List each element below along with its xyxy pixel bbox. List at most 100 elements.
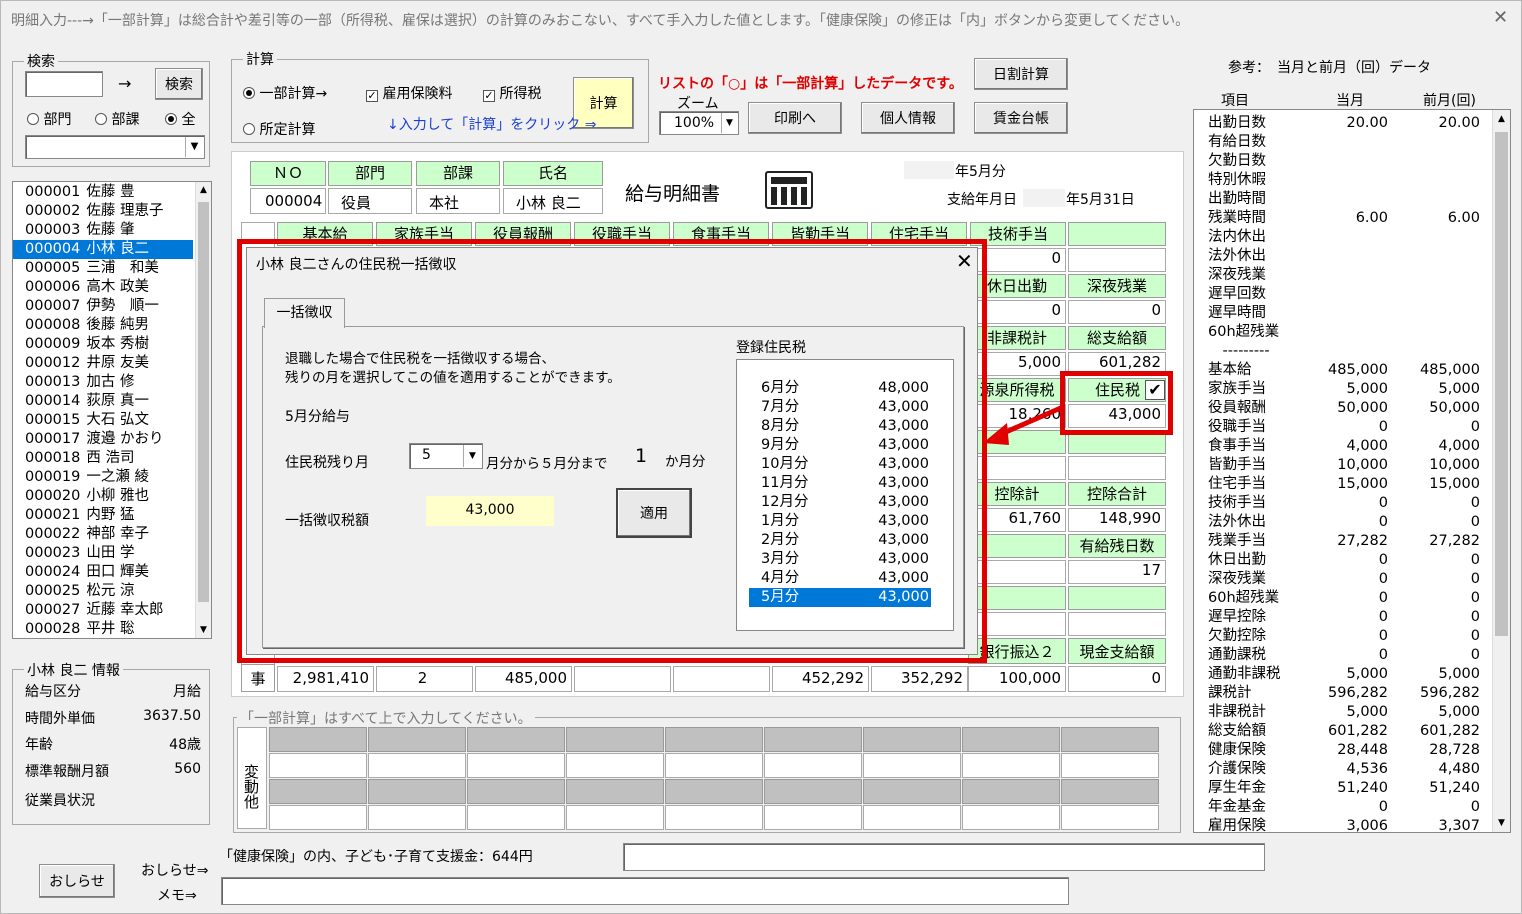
employee-list-item[interactable]: 000015 大石 弘文 [13,411,193,430]
radio-partial-icon[interactable] [243,87,255,99]
henkou-input-cell[interactable] [467,753,565,778]
chevron-down-icon[interactable]: ▼ [185,137,203,157]
total-cell[interactable]: 352,292 [871,666,968,692]
employee-list-item[interactable]: 000007 伊勢 順一 [13,297,193,316]
chk-employment[interactable]: ✓ 雇用保険料 [366,83,452,103]
employee-list-item[interactable]: 000027 近藤 幸太郎 [13,601,193,620]
employee-list-item[interactable]: 000017 渡邉 かおり [13,430,193,449]
radio-dept[interactable]: 部門 [27,109,71,129]
registered-row[interactable]: 6月分 48,000 [749,379,931,398]
henkou-input-cell[interactable] [269,753,367,778]
total-cell[interactable]: 452,292 [772,666,869,692]
henkou-input-cell[interactable] [863,805,961,830]
henkou-input-cell[interactable] [863,753,961,778]
employee-list-item[interactable]: 000005 三浦 和美 [13,259,193,278]
radio-dept-icon[interactable] [27,113,39,125]
henkou-input-cell[interactable] [269,805,367,830]
filter-combo[interactable]: ▼ [25,135,205,159]
henkou-input-cell[interactable] [764,805,862,830]
notice-button[interactable]: おしらせ [39,864,115,898]
cell-deduct-total[interactable]: 148,990 [1068,508,1166,532]
employee-list-item[interactable]: 000014 荻原 真一 [13,392,193,411]
search-input[interactable] [25,71,103,97]
employee-list-item[interactable]: 000021 内野 猛 [13,506,193,525]
memo-input[interactable] [221,877,1069,905]
employee-list-item[interactable]: 000006 高木 政美 [13,278,193,297]
employee-list[interactable]: 000001 佐藤 豊 000002 佐藤 理恵子 000003 佐藤 肇 000004 小林… [12,181,212,639]
chevron-down-icon[interactable]: ▼ [463,445,481,467]
henkou-input-cell[interactable] [665,753,763,778]
chk-income[interactable]: ✓ 所得税 [483,83,541,103]
scroll-up-icon[interactable]: ▲ [1493,114,1510,124]
employee-list-item[interactable]: 000020 小柳 雅也 [13,487,193,506]
henkou-input-cell[interactable] [368,753,466,778]
henkou-input-cell[interactable] [566,753,664,778]
registered-row[interactable]: 1月分 43,000 [749,512,931,531]
henkou-input-cell[interactable] [566,805,664,830]
henkou-input-cell[interactable] [665,805,763,830]
zoom-select[interactable]: 100% ▼ [659,111,739,135]
ledger-button[interactable]: 賃金台帳 [974,102,1068,134]
emp-name[interactable]: 小林 良二 [503,188,603,214]
window-close-icon[interactable]: ✕ [1493,7,1508,28]
search-button[interactable]: 検索 [155,68,203,100]
employee-list-item[interactable]: 000025 松元 涼 [13,582,193,601]
employee-list-item[interactable]: 000018 西 浩司 [13,449,193,468]
total-cell[interactable]: 2,981,410 [277,666,374,692]
cell-blank-1[interactable] [1068,248,1166,272]
henkou-input-cell[interactable] [467,805,565,830]
scroll-down-icon[interactable]: ▼ [196,625,211,635]
cell-night[interactable]: 0 [1068,300,1166,324]
remain-select[interactable]: 5 ▼ [409,443,483,469]
henkou-input-cell[interactable] [368,805,466,830]
notice-link[interactable]: おしらせ⇒ [141,860,208,880]
memo-link[interactable]: メモ⇒ [157,885,197,905]
registered-list[interactable]: 6月分 48,000 7月分 43,000 8月分 43,000 9月分 43,000 10月分… [736,359,954,631]
checkbox-checked-icon[interactable]: ✓ [483,90,495,102]
daily-calc-button[interactable]: 日割計算 [974,58,1068,90]
employee-list-item[interactable]: 000012 井原 友美 [13,354,193,373]
radio-fixed[interactable]: 所定計算 [243,119,315,139]
cell-bank2[interactable]: 100,000 [968,666,1066,692]
henkou-input-cell[interactable] [962,805,1060,830]
total-cell[interactable] [673,666,770,692]
employee-list-item[interactable]: 000008 後藤 純男 [13,316,193,335]
henkou-input-cell[interactable] [1061,753,1159,778]
total-cell[interactable]: 2 [376,666,473,692]
radio-partial[interactable]: 一部計算→ [243,83,327,103]
employee-list-scrollbar[interactable]: ▲ ▼ [195,182,211,638]
total-cell[interactable]: 485,000 [475,666,572,692]
registered-row[interactable]: 3月分 43,000 [749,550,931,569]
employee-list-item[interactable]: 000004 小林 良二 [13,240,193,259]
scroll-thumb[interactable] [1495,132,1508,636]
employee-list-item[interactable]: 000013 加古 修 [13,373,193,392]
reference-scrollbar[interactable]: ▲ ▼ [1492,110,1510,832]
employee-list-item[interactable]: 000028 平井 聡 [13,620,193,639]
employee-list-item[interactable]: 000009 坂本 秀樹 [13,335,193,354]
registered-row[interactable]: 7月分 43,000 [749,398,931,417]
employee-list-item[interactable]: 000019 一之瀬 綾 [13,468,193,487]
tab-lump[interactable]: 一括徴収 [264,298,345,328]
employee-list-item[interactable]: 000001 佐藤 豊 [13,183,193,202]
scroll-down-icon[interactable]: ▼ [1493,818,1510,828]
registered-row[interactable]: 4月分 43,000 [749,569,931,588]
registered-row[interactable]: 9月分 43,000 [749,436,931,455]
registered-row[interactable]: 8月分 43,000 [749,417,931,436]
radio-all-icon[interactable] [165,113,177,125]
cell-cash[interactable]: 0 [1068,666,1166,692]
emp-no[interactable]: 000004 [250,188,326,214]
radio-section-icon[interactable] [95,113,107,125]
cell-blank-b[interactable] [1068,456,1166,480]
calculator-icon[interactable] [765,171,813,209]
employee-list-item[interactable]: 000002 佐藤 理恵子 [13,202,193,221]
emp-dept[interactable]: 役員 [328,188,412,214]
registered-row[interactable]: 2月分 43,000 [749,531,931,550]
cell-blank-e[interactable] [1068,612,1166,636]
kenpo-input[interactable] [623,843,1265,871]
radio-all[interactable]: 全 [165,109,195,129]
chevron-down-icon[interactable]: ▼ [721,113,737,133]
print-button[interactable]: 印刷へ [748,102,842,134]
registered-row[interactable]: 11月分 43,000 [749,474,931,493]
registered-row[interactable]: 5月分 43,000 [749,588,931,607]
dialog-close-icon[interactable]: ✕ [956,249,973,273]
